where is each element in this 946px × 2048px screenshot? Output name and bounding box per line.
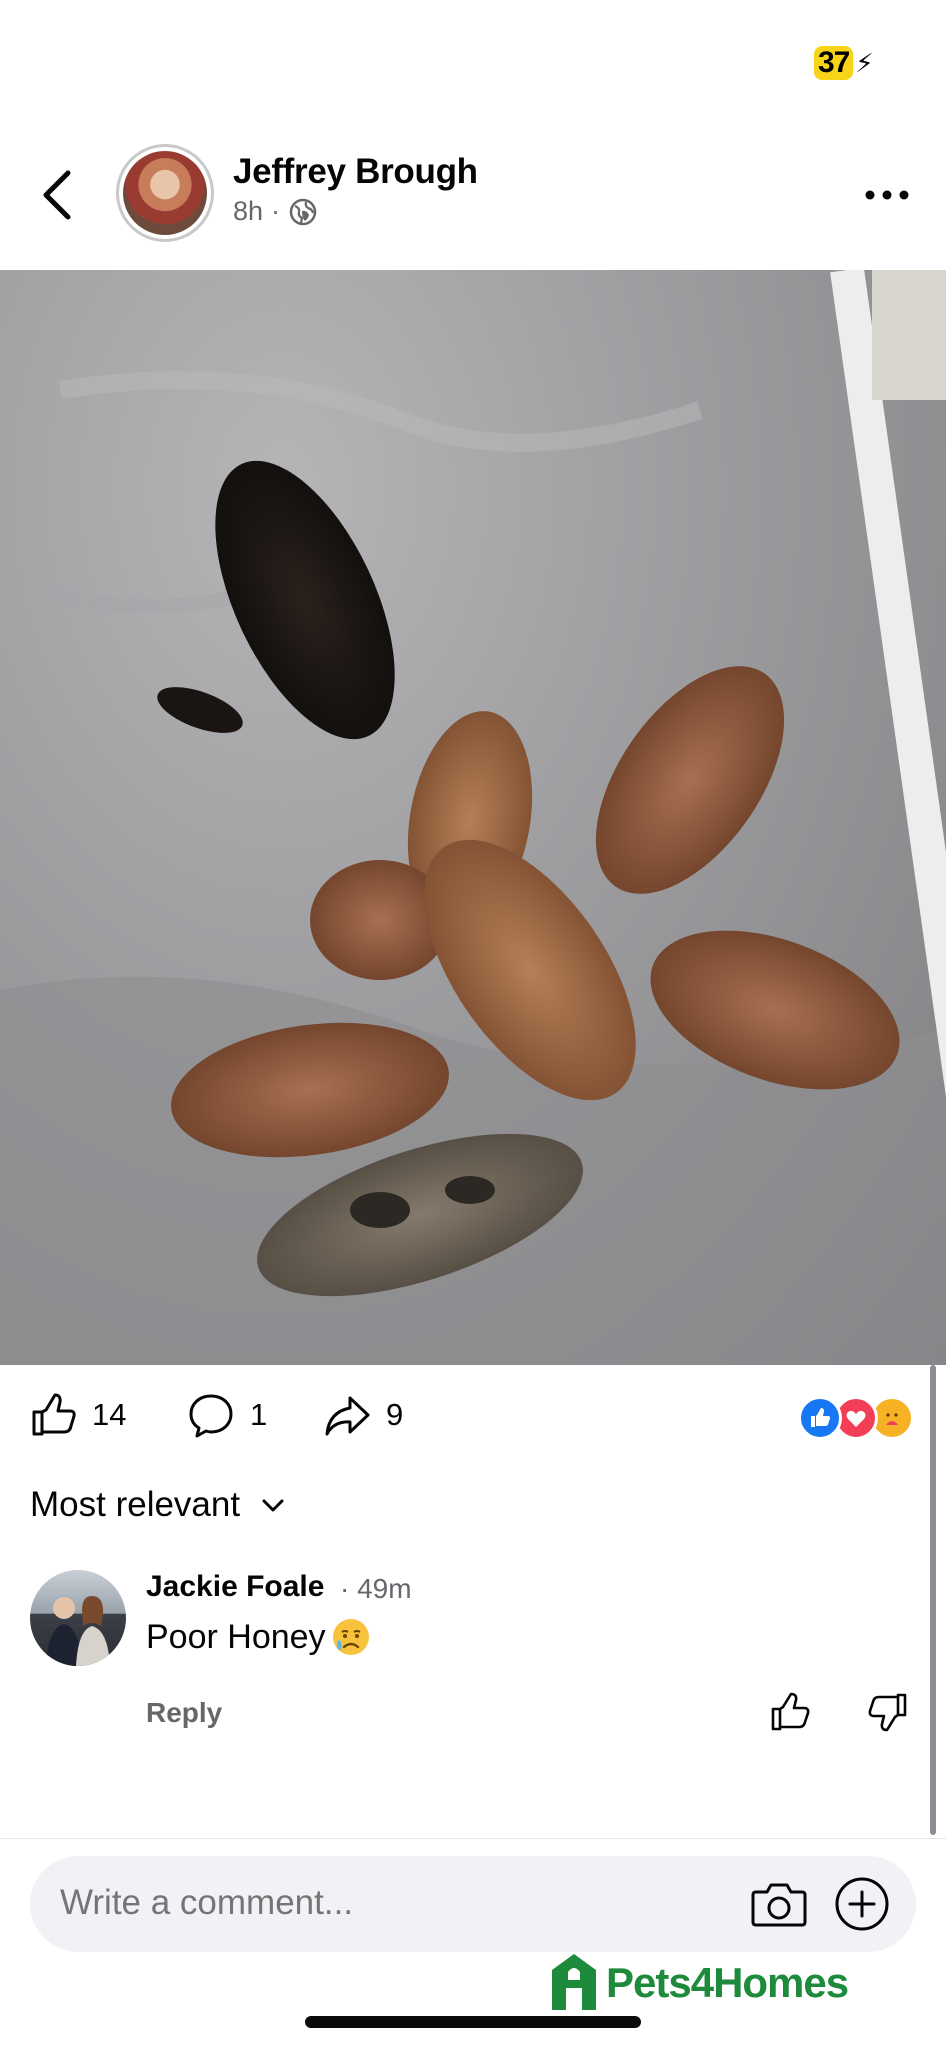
comment-button[interactable]: 1 <box>186 1390 267 1440</box>
post-media[interactable] <box>0 270 946 1365</box>
commenter-avatar[interactable] <box>30 1570 126 1666</box>
battery-indicator: 37 ⚡ <box>814 46 874 80</box>
charging-icon: ⚡ <box>855 47 873 78</box>
puppies-image <box>0 270 946 1365</box>
like-reaction-icon <box>798 1396 842 1440</box>
brand-logo-icon <box>552 1954 596 2010</box>
scrollbar[interactable] <box>930 1365 936 1835</box>
author-avatar[interactable] <box>116 144 214 242</box>
composer-divider <box>0 1838 946 1839</box>
chevron-down-icon <box>262 1499 284 1512</box>
globe-icon <box>289 198 317 225</box>
post-header: Jeffrey Brough 8h · <box>0 130 946 270</box>
brand-name: Pets4Homes <box>606 1959 849 2006</box>
comment-sort-dropdown[interactable]: Most relevant <box>30 1485 288 1525</box>
like-button[interactable]: 14 <box>28 1390 126 1440</box>
more-options-icon[interactable] <box>862 180 912 210</box>
battery-level: 37 <box>814 46 854 80</box>
reply-button[interactable]: Reply <box>146 1697 222 1729</box>
share-arrow-icon <box>325 1396 370 1436</box>
post-time: 8h <box>233 196 264 226</box>
status-bar: 37 ⚡ <box>0 0 946 120</box>
comment-bubble-icon <box>189 1394 233 1438</box>
comment-text: Poor Honey <box>146 1617 326 1656</box>
comment-dislike-icon[interactable] <box>866 1690 910 1734</box>
back-icon[interactable] <box>36 165 80 225</box>
comment-count: 1 <box>250 1397 268 1432</box>
comment-time: · 49m <box>340 1573 412 1604</box>
commenter-name[interactable]: Jackie Foale <box>146 1570 324 1604</box>
comment-input[interactable] <box>60 1883 710 1923</box>
camera-icon[interactable] <box>750 1876 808 1932</box>
comment-text-row: Poor Honey <box>146 1616 372 1658</box>
sort-label: Most relevant <box>30 1485 241 1524</box>
meta-separator: · <box>271 196 281 226</box>
reaction-summary[interactable] <box>798 1396 918 1442</box>
share-count: 9 <box>386 1397 404 1432</box>
engagement-bar: 14 1 9 <box>0 1390 946 1450</box>
sad-tear-emoji-icon <box>332 1619 369 1655</box>
home-indicator[interactable] <box>305 2016 641 2028</box>
author-name[interactable]: Jeffrey Brough <box>233 152 478 192</box>
add-attachment-icon[interactable] <box>834 1876 890 1932</box>
share-button[interactable]: 9 <box>322 1390 403 1440</box>
brand-watermark: Pets4Homes <box>548 1950 849 2016</box>
post-meta: 8h · <box>233 196 318 227</box>
comment-like-icon[interactable] <box>768 1690 812 1734</box>
thumbs-up-icon <box>32 1393 76 1436</box>
comment-composer[interactable] <box>30 1856 916 1952</box>
like-count: 14 <box>92 1397 127 1432</box>
